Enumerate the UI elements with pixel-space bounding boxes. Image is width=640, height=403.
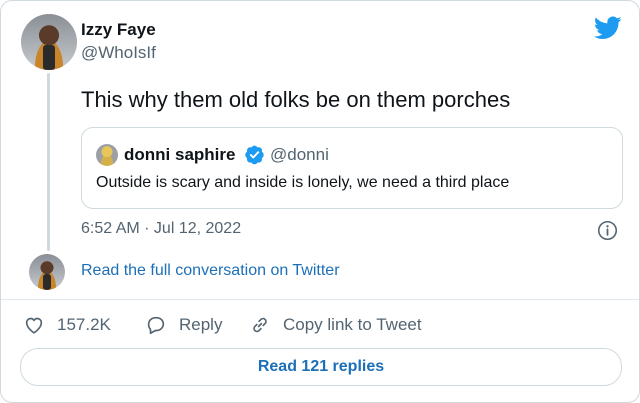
reply-bubble-icon (147, 316, 165, 335)
like-button[interactable]: 157.2K (23, 314, 111, 336)
tweet-text: This why them old folks be on them porch… (81, 87, 511, 112)
reply-button[interactable]: Reply (145, 314, 222, 336)
quote-author-avatar (96, 144, 118, 166)
copy-link-button[interactable]: Copy link to Tweet (249, 314, 422, 336)
twitter-bird-icon[interactable] (594, 16, 622, 40)
verified-badge-icon (245, 145, 264, 165)
info-icon[interactable] (597, 220, 618, 241)
reply-label: Reply (179, 315, 223, 334)
read-replies-button[interactable]: Read 121 replies (20, 348, 622, 386)
quote-author-name: donni saphire (124, 145, 236, 164)
tweet-embed-card: Izzy Faye @WhoIsIf This why them old fol… (0, 0, 640, 403)
author-avatar[interactable] (21, 14, 77, 70)
divider (1, 299, 639, 300)
thread-line (47, 73, 50, 251)
copy-link-label: Copy link to Tweet (283, 315, 422, 334)
heart-icon (25, 317, 43, 334)
author-name[interactable]: Izzy Faye (81, 20, 156, 40)
quoted-tweet[interactable]: donni saphire @donni Outside is scary an… (81, 127, 623, 209)
quote-author-handle: @donni (270, 145, 329, 164)
read-conversation-link[interactable]: Read the full conversation on Twitter (81, 262, 340, 280)
quote-text: Outside is scary and inside is lonely, w… (96, 174, 510, 191)
link-icon (253, 317, 267, 333)
author-handle[interactable]: @WhoIsIf (81, 43, 156, 63)
tweet-timestamp[interactable]: 6:52 AM · Jul 12, 2022 (81, 220, 241, 238)
author-avatar-small[interactable] (29, 254, 65, 290)
like-count: 157.2K (57, 315, 111, 334)
